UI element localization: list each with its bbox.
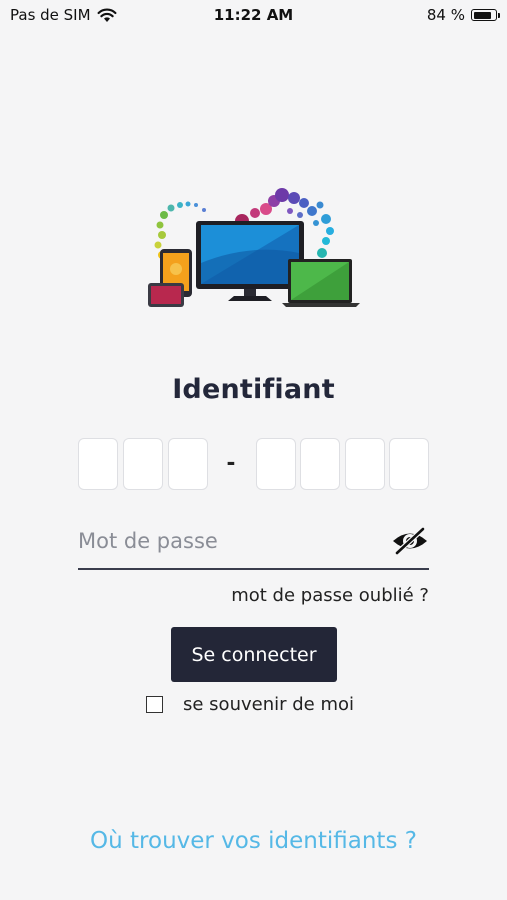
identifier-digit-5[interactable] bbox=[300, 438, 340, 490]
status-bar: Pas de SIM 11:22 AM 84 % bbox=[0, 0, 507, 30]
battery-fill bbox=[473, 11, 491, 19]
monitor-device bbox=[196, 221, 304, 301]
battery-percent: 84 % bbox=[426, 6, 465, 24]
battery-icon bbox=[471, 9, 500, 21]
identifier-input-group: - bbox=[78, 438, 431, 492]
forgot-password-link[interactable]: mot de passe oublié ? bbox=[231, 585, 429, 606]
identifier-digit-6[interactable] bbox=[345, 438, 385, 490]
remember-me-row[interactable]: se souvenir de moi bbox=[146, 694, 354, 715]
identifier-digit-4[interactable] bbox=[256, 438, 296, 490]
page-title: Identifiant bbox=[172, 374, 335, 405]
where-to-find-credentials-link[interactable]: Où trouver vos identifiants ? bbox=[0, 828, 507, 854]
identifier-digit-7[interactable] bbox=[389, 438, 429, 490]
identifier-digit-2[interactable] bbox=[123, 438, 163, 490]
identifier-digit-3[interactable] bbox=[168, 438, 208, 490]
remember-me-label[interactable]: se souvenir de moi bbox=[183, 694, 354, 715]
identifier-separator: - bbox=[226, 446, 236, 476]
connect-button[interactable]: Se connecter bbox=[171, 627, 337, 682]
battery-indicator: 84 % bbox=[426, 6, 500, 24]
identifier-digit-1[interactable] bbox=[78, 438, 118, 490]
password-input[interactable] bbox=[78, 526, 378, 556]
password-field bbox=[78, 520, 429, 570]
multi-device-illustration-icon bbox=[148, 188, 360, 307]
tablet-device bbox=[148, 283, 184, 307]
remember-me-checkbox[interactable] bbox=[146, 696, 163, 713]
laptop-device bbox=[282, 259, 360, 307]
eye-slash-icon[interactable] bbox=[391, 526, 429, 556]
